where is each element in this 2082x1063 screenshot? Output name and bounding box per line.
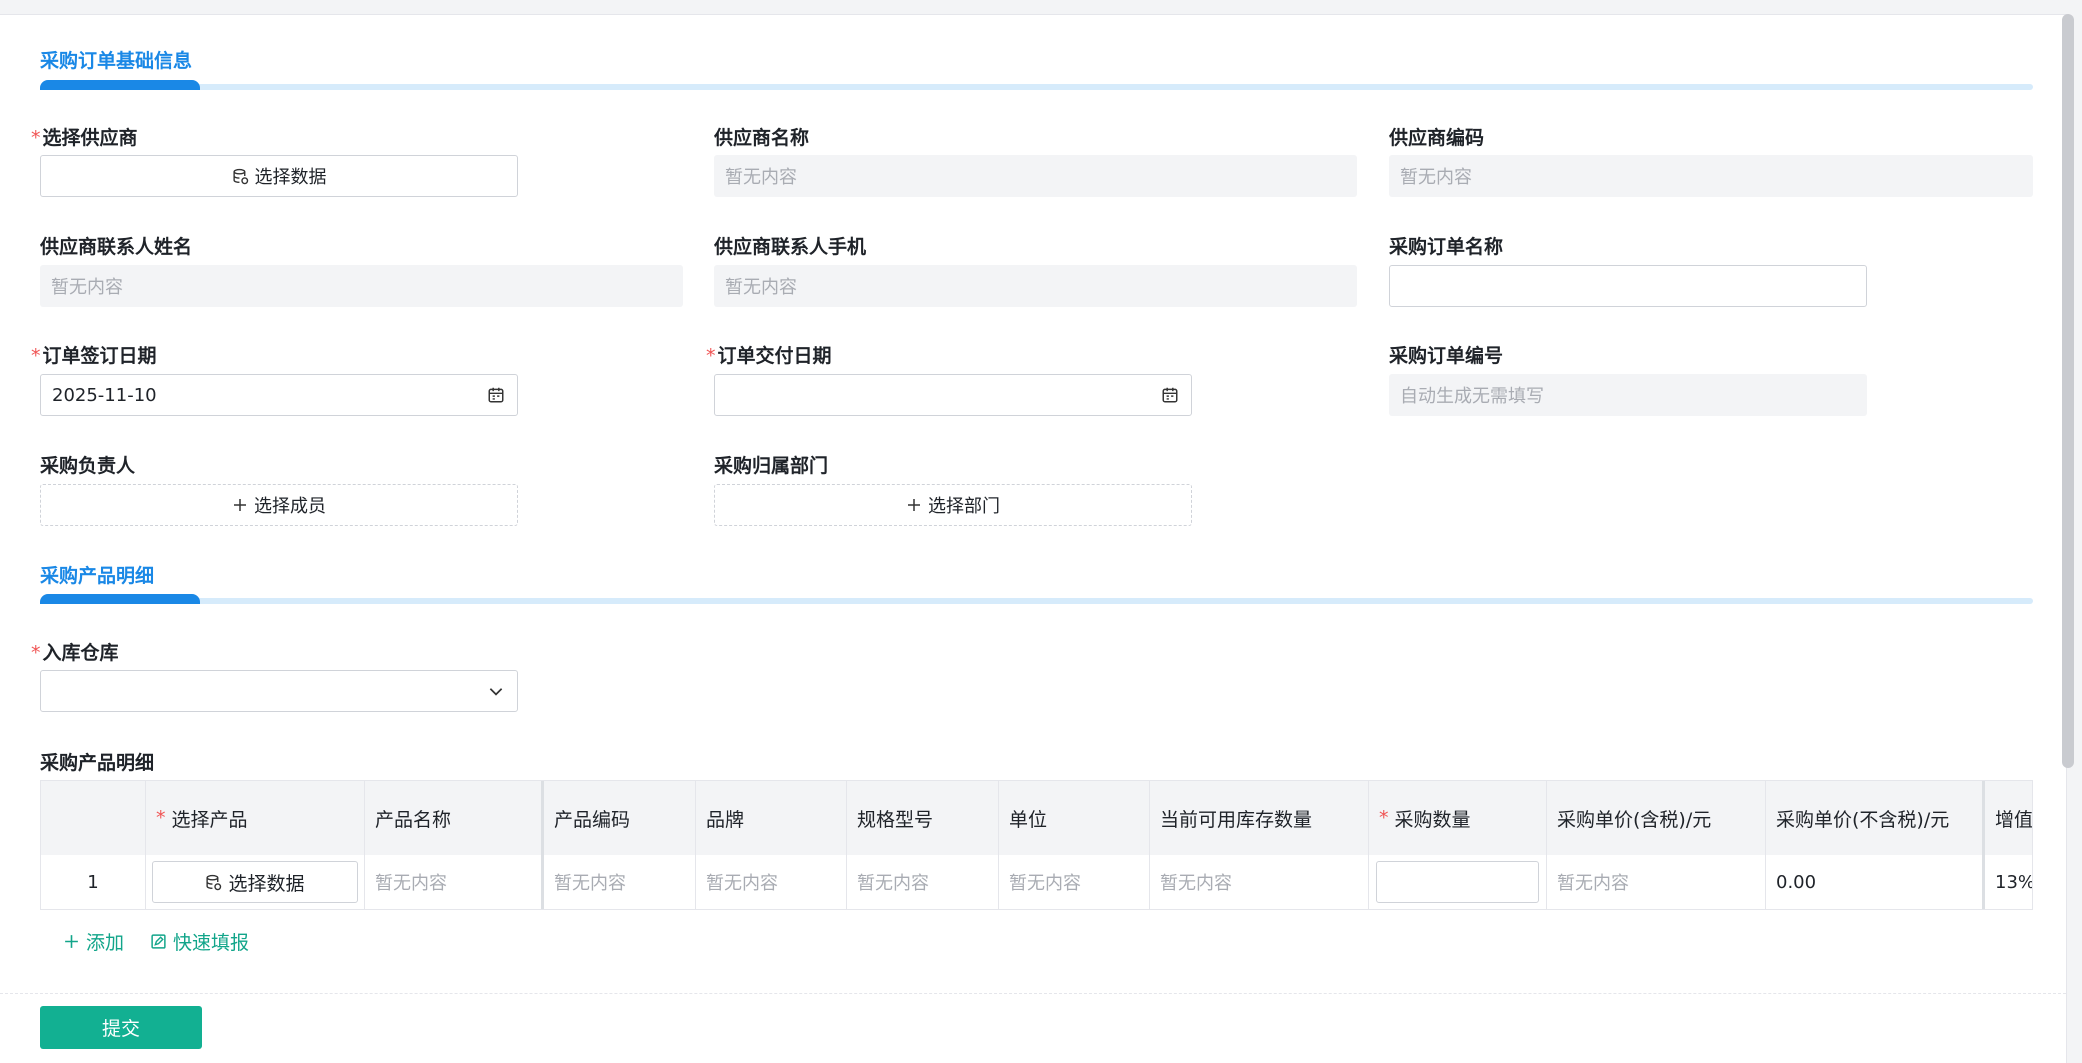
warehouse-label: * 入库仓库 <box>31 642 119 664</box>
header-brand: 品牌 <box>696 781 847 855</box>
row-vat: 13% <box>1985 855 2032 909</box>
select-supplier-text: 选择数据 <box>254 167 327 188</box>
supplier-code-field: 暂无内容 <box>1389 155 2033 197</box>
supplier-label: * 选择供应商 <box>31 127 138 149</box>
supplier-name-field: 暂无内容 <box>714 155 1357 197</box>
submit-button[interactable]: 提交 <box>40 1006 202 1049</box>
calendar-icon <box>1161 386 1179 409</box>
delivery-date-picker[interactable] <box>714 374 1192 416</box>
header-unit: 单位 <box>999 781 1150 855</box>
header-stock: 当前可用库存数量 <box>1150 781 1369 855</box>
plus-icon <box>232 497 248 513</box>
purchaser-label: 采购负责人 <box>40 455 136 477</box>
warehouse-select[interactable] <box>40 670 518 712</box>
table-header: * 选择产品 产品名称 产品编码 品牌 规格型号 单位 当前可用库存数量 * 采购数… <box>41 781 2032 856</box>
contact-name-label: 供应商联系人姓名 <box>40 236 193 258</box>
row-spec: 暂无内容 <box>847 855 999 909</box>
header-select-product: * 选择产品 <box>146 781 365 855</box>
row-unit: 暂无内容 <box>999 855 1150 909</box>
quantity-input[interactable] <box>1376 861 1539 903</box>
row-product-code: 暂无内容 <box>544 855 696 909</box>
plus-icon <box>63 933 80 950</box>
table-row: 1 选择数据 暂无内容 暂无内容 暂无内容 暂无内容 暂无内容 暂无内容 暂无内… <box>41 855 2032 909</box>
detail-table-label: 采购产品明细 <box>40 752 155 774</box>
quick-fill-button[interactable]: 快速填报 <box>150 928 249 955</box>
select-department-text: 选择部门 <box>928 496 1000 517</box>
row-price-tax: 暂无内容 <box>1547 855 1766 909</box>
chevron-down-icon <box>487 682 505 705</box>
header-price-tax: 采购单价(含税)/元 <box>1547 781 1766 855</box>
sign-date-label: * 订单签订日期 <box>31 345 157 367</box>
order-no-field: 自动生成无需填写 <box>1389 374 1867 416</box>
sign-date-picker[interactable]: 2025-11-10 <box>40 374 518 416</box>
row-select-product-cell: 选择数据 <box>146 855 365 909</box>
header-product-name: 产品名称 <box>365 781 544 855</box>
header-product-code: 产品编码 <box>544 781 696 855</box>
scrollbar[interactable] <box>2062 14 2074 768</box>
database-icon <box>205 874 222 891</box>
database-icon <box>232 168 249 185</box>
header-vat: 增值税 <box>1985 781 2032 855</box>
row-brand: 暂无内容 <box>696 855 847 909</box>
contact-phone-label: 供应商联系人手机 <box>714 236 867 258</box>
supplier-name-label: 供应商名称 <box>714 127 810 149</box>
order-name-input[interactable] <box>1389 265 1867 307</box>
section-title-product-detail: 采购产品明细 <box>40 565 155 587</box>
select-member-button[interactable]: 选择成员 <box>40 484 518 526</box>
select-department-button[interactable]: 选择部门 <box>714 484 1192 526</box>
row-price-no-tax: 0.00 <box>1766 855 1985 909</box>
order-name-label: 采购订单名称 <box>1389 236 1504 258</box>
sign-date-value: 2025-11-10 <box>52 384 157 406</box>
plus-icon <box>906 497 922 513</box>
select-member-text: 选择成员 <box>254 496 326 517</box>
section-divider <box>40 80 2033 90</box>
delivery-date-label: * 订单交付日期 <box>706 345 832 367</box>
footer-divider <box>0 993 2066 994</box>
section-title-basic-info: 采购订单基础信息 <box>40 50 193 72</box>
supplier-code-label: 供应商编码 <box>1389 127 1485 149</box>
quick-fill-text: 快速填报 <box>173 932 250 954</box>
header-quantity: * 采购数量 <box>1369 781 1547 855</box>
product-detail-table: * 选择产品 产品名称 产品编码 品牌 规格型号 单位 当前可用库存数量 * 采购数… <box>40 780 2033 910</box>
order-no-label: 采购订单编号 <box>1389 345 1504 367</box>
select-supplier-button[interactable]: 选择数据 <box>40 155 518 197</box>
header-spec: 规格型号 <box>847 781 999 855</box>
calendar-icon <box>487 386 505 409</box>
department-label: 采购归属部门 <box>714 455 829 477</box>
select-product-button[interactable]: 选择数据 <box>152 861 358 903</box>
contact-name-field: 暂无内容 <box>40 265 683 307</box>
edit-sheet-icon <box>150 933 167 950</box>
add-row-button[interactable]: 添加 <box>63 928 124 955</box>
header-index <box>41 781 146 855</box>
section-divider <box>40 594 2033 604</box>
contact-phone-field: 暂无内容 <box>714 265 1357 307</box>
add-row-text: 添加 <box>86 932 125 954</box>
row-product-name: 暂无内容 <box>365 855 544 909</box>
row-quantity-cell <box>1369 855 1547 909</box>
row-stock: 暂无内容 <box>1150 855 1369 909</box>
select-product-text: 选择数据 <box>228 872 305 895</box>
row-index: 1 <box>41 855 146 909</box>
header-price-no-tax: 采购单价(不含税)/元 <box>1766 781 1985 855</box>
